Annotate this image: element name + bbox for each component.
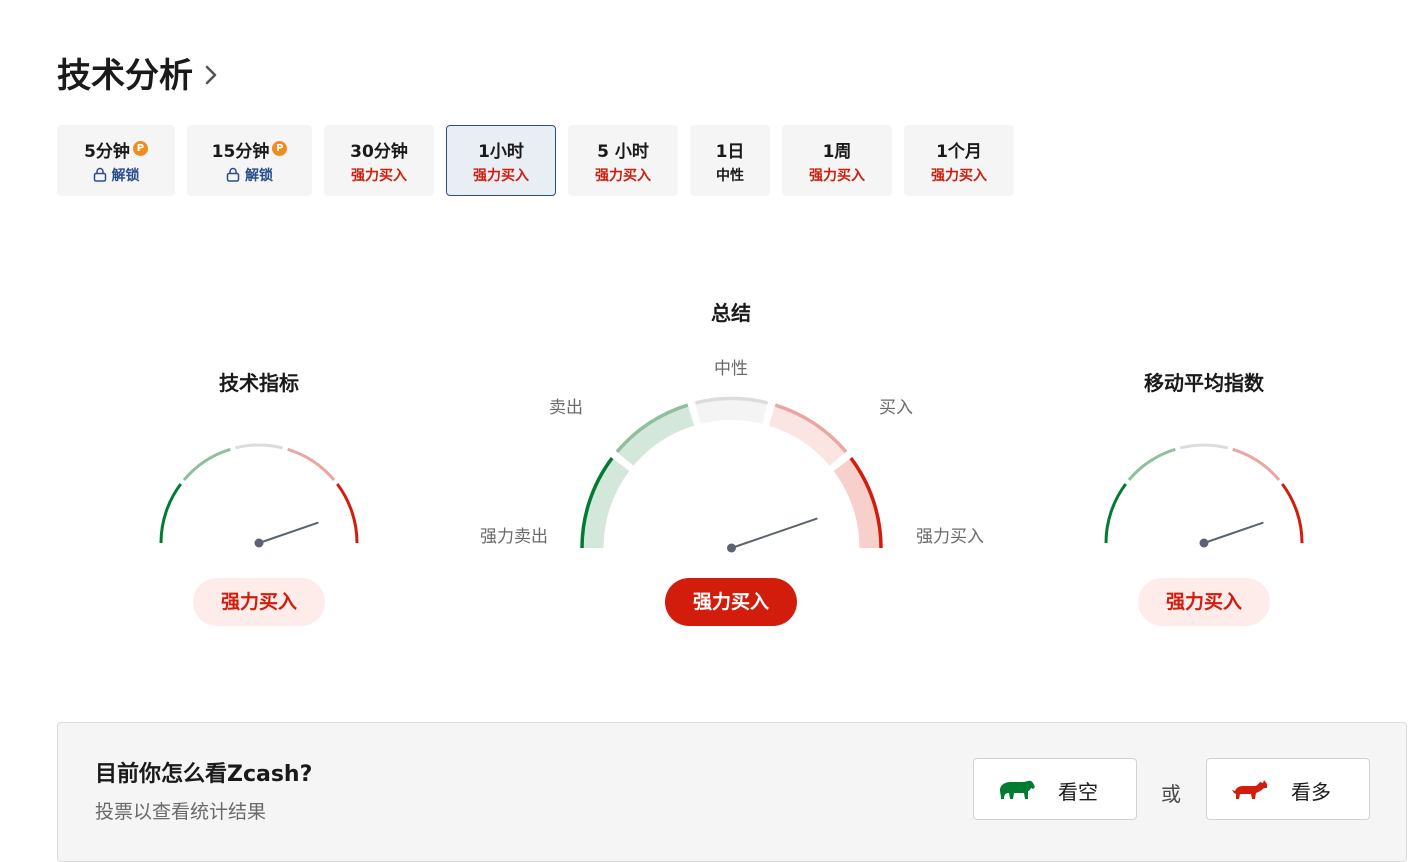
indicators-gauge-title: 技术指标 bbox=[219, 371, 299, 395]
or-separator: 或 bbox=[1161, 782, 1181, 806]
bearish-vote-button[interactable]: 看空 bbox=[973, 758, 1137, 820]
bearish-label: 看空 bbox=[1058, 780, 1098, 804]
tab-label: 1周 bbox=[822, 142, 852, 162]
bear-icon bbox=[1000, 780, 1035, 799]
gauge-segment-strong-buy bbox=[336, 483, 359, 544]
tab-label: 1小时 bbox=[478, 142, 524, 162]
tab-1month[interactable]: 1个月 强力买入 bbox=[904, 125, 1014, 196]
summary-result-badge: 强力买入 bbox=[665, 578, 797, 626]
poll-subtitle: 投票以查看统计结果 bbox=[95, 801, 267, 823]
section-title-text: 技术分析 bbox=[57, 56, 193, 96]
gauge-label-neutral: 中性 bbox=[714, 359, 748, 379]
gauge-needle bbox=[258, 521, 319, 544]
tab-5hour[interactable]: 5 小时 强力买入 bbox=[568, 125, 678, 196]
summary-gauge bbox=[580, 396, 883, 553]
bullish-vote-button[interactable]: 看多 bbox=[1206, 758, 1370, 820]
tab-label: 1日 bbox=[715, 142, 745, 162]
bullish-label: 看多 bbox=[1291, 780, 1331, 804]
gauge-segment-buy bbox=[1232, 447, 1281, 481]
gauge-segment-neutral bbox=[234, 443, 284, 450]
gauge-label-buy: 买入 bbox=[879, 398, 913, 418]
gauge-segment-strong-sell bbox=[1104, 483, 1127, 544]
indicators-result-badge: 强力买入 bbox=[193, 578, 325, 626]
tab-5min[interactable]: 5分钟 P 解锁 bbox=[57, 125, 175, 196]
tab-label: 15分钟 bbox=[211, 142, 270, 162]
moving-averages-gauge-title: 移动平均指数 bbox=[1144, 371, 1264, 395]
premium-badge-icon: P bbox=[132, 141, 148, 156]
chevron-right-icon bbox=[205, 65, 217, 84]
unlock-link[interactable]: 解锁 bbox=[112, 168, 140, 184]
section-title[interactable]: 技术分析 bbox=[57, 48, 219, 97]
tab-label: 30分钟 bbox=[350, 142, 408, 162]
tab-label: 1个月 bbox=[936, 142, 982, 162]
gauge-segment-neutral bbox=[1179, 443, 1229, 450]
summary-gauge-title: 总结 bbox=[711, 301, 751, 325]
gauge-band-buy bbox=[768, 403, 848, 466]
gauge-segment-buy bbox=[287, 447, 336, 481]
gauge-segment-strong-sell bbox=[159, 483, 182, 544]
gauge-segment-sell bbox=[182, 447, 231, 481]
lock-icon bbox=[93, 167, 106, 182]
tab-status: 强力买入 bbox=[931, 168, 987, 184]
tab-1hour[interactable]: 1小时 强力买入 bbox=[446, 125, 556, 196]
tab-1day[interactable]: 1日 中性 bbox=[690, 125, 770, 196]
moving-averages-result-badge: 强力买入 bbox=[1138, 578, 1270, 626]
tab-label: 5分钟 bbox=[84, 142, 130, 162]
premium-badge-icon: P bbox=[272, 141, 288, 156]
gauge-pivot bbox=[254, 538, 264, 548]
tab-status: 强力买入 bbox=[595, 168, 651, 184]
gauge-needle bbox=[1203, 521, 1264, 544]
gauge-label-strong-buy: 强力买入 bbox=[916, 527, 984, 547]
gauge-pivot bbox=[1199, 538, 1209, 548]
moving-averages-gauge bbox=[1104, 443, 1304, 548]
poll-question: 目前你怎么看Zcash? bbox=[95, 762, 313, 787]
sentiment-poll: 目前你怎么看Zcash? 投票以查看统计结果 看空 或 看多 bbox=[57, 722, 1407, 862]
gauge-segment-sell bbox=[1127, 447, 1176, 481]
unlock-link[interactable]: 解锁 bbox=[245, 168, 273, 184]
gauge-label-sell: 卖出 bbox=[549, 398, 583, 418]
gauge-label-strong-sell: 强力卖出 bbox=[480, 527, 548, 547]
tab-status: 强力买入 bbox=[351, 168, 407, 184]
tab-label: 5 小时 bbox=[597, 142, 649, 162]
tab-1week[interactable]: 1周 强力买入 bbox=[782, 125, 892, 196]
tab-15min[interactable]: 15分钟 P 解锁 bbox=[187, 125, 312, 196]
gauge-segment-strong-buy bbox=[1281, 483, 1304, 544]
indicators-gauge bbox=[159, 443, 359, 548]
lock-icon bbox=[226, 167, 240, 182]
tab-30min[interactable]: 30分钟 强力买入 bbox=[324, 125, 434, 196]
gauge-pivot bbox=[727, 543, 736, 553]
tab-status: 中性 bbox=[716, 168, 744, 184]
tab-status: 强力买入 bbox=[473, 168, 529, 184]
gauge-band-sell bbox=[615, 403, 695, 466]
gauge-needle bbox=[730, 517, 818, 549]
bull-icon bbox=[1232, 780, 1267, 799]
tab-status: 强力买入 bbox=[809, 168, 865, 184]
